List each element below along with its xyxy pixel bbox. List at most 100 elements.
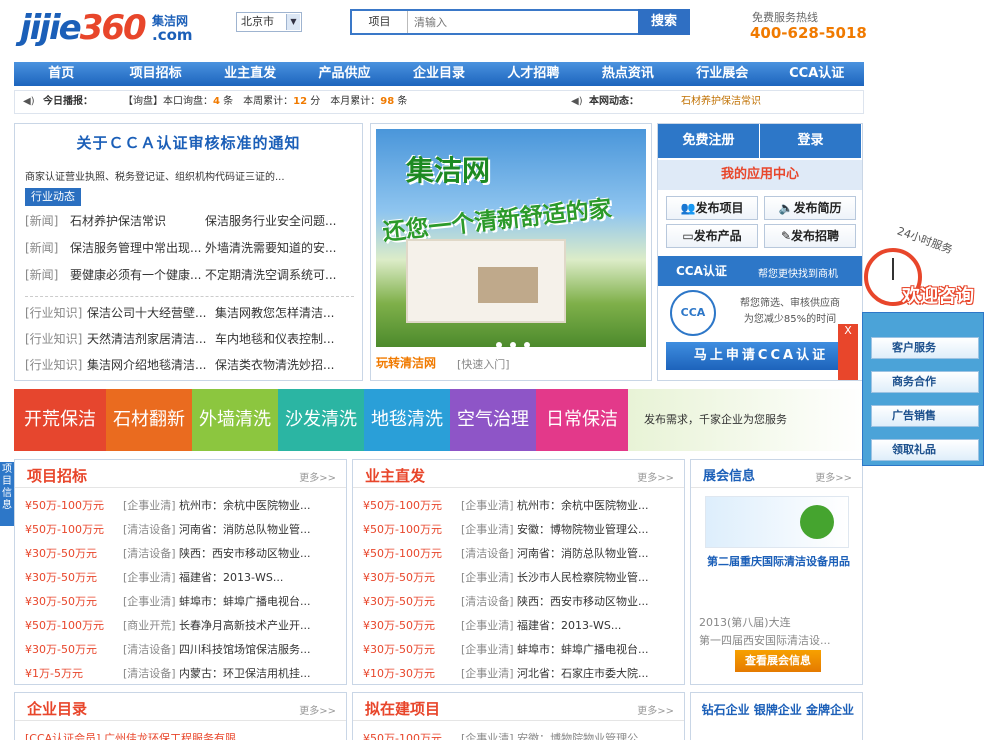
planned-title: 拟在建项目 <box>365 700 441 718</box>
register-button[interactable]: 免费注册 <box>658 124 760 158</box>
news-row[interactable]: [行业知识] 保洁公司十大经营壁... 集洁网教您怎样清洁... <box>25 304 334 322</box>
nav-owner[interactable]: 业主直发 <box>203 62 297 86</box>
view-exhibitions-button[interactable]: 查看展会信息 <box>735 650 821 672</box>
category-link[interactable]: 地毯清洗 <box>364 389 450 451</box>
owner-title: 业主直发 <box>365 467 426 485</box>
list-item[interactable]: ¥10万-30万元 [企事业清] 河北省：石家庄市委大院... <box>363 666 649 682</box>
project-info-tab[interactable]: 项目信息 <box>0 462 14 526</box>
news-panel: 关于ＣＣＡ认证审核标准的通知 商家认证营业执照、税务登记证、组织机构代码证三证的… <box>14 123 363 381</box>
list-item[interactable]: ¥30万-50万元 [清洁设备] 陕西：西安市移动区物业... <box>25 546 311 562</box>
list-item[interactable]: ¥30万-50万元 [企事业清] 蚌埠市：蚌埠广播电视台... <box>363 642 649 658</box>
more-link[interactable]: 更多>> <box>815 469 852 484</box>
business-button[interactable]: 商务合作 <box>871 371 979 393</box>
list-item[interactable]: ¥50万-100万元 [企事业清] 安徽：博物院物业管理公... <box>363 522 649 538</box>
search-input[interactable] <box>414 14 614 30</box>
directory-box: 企业目录 更多>> [CCA认证会员] 广州佳龙环保工程服务有限 <box>14 692 347 740</box>
news-headline[interactable]: 关于ＣＣＡ认证审核标准的通知 <box>15 132 362 153</box>
customer-service-button[interactable]: 客户服务 <box>871 337 979 359</box>
dynamic-link[interactable]: 石材养护保洁常识 <box>681 91 761 113</box>
search-category[interactable]: 项目 <box>352 11 408 33</box>
publish-resume-button[interactable]: 🔈发布简历 <box>764 196 856 220</box>
dynamic-label: 本网动态： <box>589 96 639 107</box>
category-strip: 开荒保洁 石材翻新 外墙清洗 沙发清洗 地毯清洗 空气治理 日常保洁 发布需求，… <box>14 389 864 451</box>
list-item[interactable]: ¥50万-100万元 [商业开荒] 长春净月高新技术产业开... <box>25 618 311 634</box>
service-body: 客户服务 商务合作 广告销售 领取礼品 <box>862 312 984 466</box>
login-button[interactable]: 登录 <box>760 124 862 158</box>
nav-home[interactable]: 首页 <box>14 62 108 86</box>
hotline-number: 400-628-5018 <box>750 24 867 42</box>
nav-jobs[interactable]: 人才招聘 <box>486 62 580 86</box>
more-link[interactable]: 更多>> <box>637 469 674 484</box>
category-link[interactable]: 沙发清洗 <box>278 389 364 451</box>
news-row[interactable]: [新闻] 要健康必须有一个健康... 不定期清洗空调系统可... <box>25 266 336 284</box>
exhibition-name[interactable]: 第二届重庆国际清洁设备用品 <box>701 553 856 569</box>
list-item[interactable]: ¥30万-50万元 [清洁设备] 四川科技馆场馆保洁服务... <box>25 642 311 658</box>
tab-diamond[interactable]: 钻石企业 <box>702 703 750 717</box>
hotline-label: 免费服务热线 <box>752 11 818 24</box>
banner-image[interactable]: 集洁网 还您一个清新舒适的家 <box>376 129 646 347</box>
user-panel: 免费注册 登录 我的应用中心 👥发布项目 🔈发布简历 ▭发布产品 ✎发布招聘 C… <box>657 123 863 381</box>
category-link[interactable]: 空气治理 <box>450 389 536 451</box>
nav-news[interactable]: 热点资讯 <box>581 62 675 86</box>
category-link[interactable]: 石材翻新 <box>106 389 192 451</box>
list-item[interactable]: ¥1万-5万元 [清洁设备] 内蒙古：环卫保洁用机挂... <box>25 666 311 682</box>
list-item[interactable]: ¥50万-100万元 [企事业清] 杭州市：余杭中医院物业... <box>363 498 649 514</box>
list-item[interactable]: ¥50万-100万元 [清洁设备] 河南省：消防总队物业管... <box>363 546 649 562</box>
search-bar: 项目 搜索 <box>350 9 690 35</box>
nav-tender[interactable]: 项目招标 <box>108 62 202 86</box>
list-item[interactable]: ¥50万-100万元 [清洁设备] 河南省：消防总队物业管... <box>25 522 311 538</box>
speaker-icon: 🔈 <box>778 201 794 215</box>
exhibition-item[interactable]: 2013(第八届)大连 <box>699 614 791 630</box>
news-row[interactable]: [行业知识] 集洁网介绍地毯清洁... 保洁类衣物清洗妙招... <box>25 356 334 374</box>
banner-slider: 集洁网 还您一个清新舒适的家 玩转清洁网 [快速入门] <box>370 123 652 381</box>
list-item[interactable]: ¥50万-100万元 [企事业清] 安徽：博物院物业管理公 <box>363 731 638 740</box>
close-icon[interactable]: X <box>838 324 858 380</box>
list-item[interactable]: ¥30万-50万元 [清洁设备] 陕西：西安市移动区物业... <box>363 594 649 610</box>
apply-cca-button[interactable]: 马上申请CCA认证 <box>666 342 856 370</box>
news-row[interactable]: [新闻] 保洁服务管理中常出现... 外墙清洗需要知道的安... <box>25 239 336 257</box>
ad-text: 发布需求，千家企业为您服务 <box>644 413 787 426</box>
main-nav: 首页 项目招标 业主直发 产品供应 企业目录 人才招聘 热点资讯 行业展会 CC… <box>14 62 864 86</box>
divider <box>25 296 354 297</box>
news-row[interactable]: [新闻] 石材养护保洁常识 保洁服务行业安全问题... <box>25 212 336 230</box>
cca-header: CCA认证 帮您更快找到商机 <box>658 256 862 286</box>
slider-dots[interactable] <box>496 337 538 347</box>
publish-project-button[interactable]: 👥发布项目 <box>666 196 758 220</box>
list-item[interactable]: ¥30万-50万元 [企事业清] 福建省：2013-WS... <box>363 618 621 634</box>
quick-start-link[interactable]: [快速入门] <box>457 356 510 372</box>
chevron-down-icon: ▼ <box>286 14 300 30</box>
exhibition-image[interactable] <box>705 496 849 548</box>
nav-expo[interactable]: 行业展会 <box>675 62 769 86</box>
more-link[interactable]: 更多>> <box>299 469 336 484</box>
category-link[interactable]: 外墙清洗 <box>192 389 278 451</box>
list-item[interactable]: ¥30万-50万元 [企事业清] 福建省：2013-WS... <box>25 570 283 586</box>
nav-directory[interactable]: 企业目录 <box>392 62 486 86</box>
more-link[interactable]: 更多>> <box>637 702 674 717</box>
service-float: 24小时服务 欢迎咨询 X 客户服务 商务合作 广告销售 领取礼品 <box>838 224 984 466</box>
ad-banner[interactable]: 发布需求，千家企业为您服务 <box>628 389 864 451</box>
ad-sales-button[interactable]: 广告销售 <box>871 405 979 427</box>
tab-silver[interactable]: 银牌企业 <box>754 703 802 717</box>
directory-title: 企业目录 <box>27 700 88 718</box>
tab-industry-news[interactable]: 行业动态 <box>25 188 81 206</box>
list-item[interactable]: ¥30万-50万元 [企事业清] 长沙市人民检察院物业管... <box>363 570 649 586</box>
publish-job-button[interactable]: ✎发布招聘 <box>764 224 856 248</box>
tab-gold[interactable]: 金牌企业 <box>806 703 854 717</box>
list-item[interactable]: [CCA认证会员] 广州佳龙环保工程服务有限 <box>25 731 236 740</box>
search-button[interactable]: 搜索 <box>638 9 690 35</box>
category-link[interactable]: 开荒保洁 <box>14 389 106 451</box>
site-logo[interactable]: jijie360 集洁网 .com <box>20 6 220 48</box>
cca-seal-icon: CCA <box>670 290 716 336</box>
nav-cca[interactable]: CCA认证 <box>770 62 864 86</box>
category-link[interactable]: 日常保洁 <box>536 389 628 451</box>
exhibition-item[interactable]: 第一四届西安国际清洁设... <box>699 632 831 648</box>
news-row[interactable]: [行业知识] 天然清洁剂家居清洁... 车内地毯和仪表控制... <box>25 330 334 348</box>
list-item[interactable]: ¥30万-50万元 [企事业清] 蚌埠市：蚌埠广播电视台... <box>25 594 311 610</box>
publish-product-button[interactable]: ▭发布产品 <box>666 224 758 248</box>
nav-products[interactable]: 产品供应 <box>297 62 391 86</box>
gift-button[interactable]: 领取礼品 <box>871 439 979 461</box>
more-link[interactable]: 更多>> <box>299 702 336 717</box>
list-item[interactable]: ¥50万-100万元 [企事业清] 杭州市：余杭中医院物业... <box>25 498 311 514</box>
city-select[interactable]: 北京市 ▼ <box>236 12 302 32</box>
banner-caption[interactable]: 玩转清洁网 <box>376 354 436 371</box>
